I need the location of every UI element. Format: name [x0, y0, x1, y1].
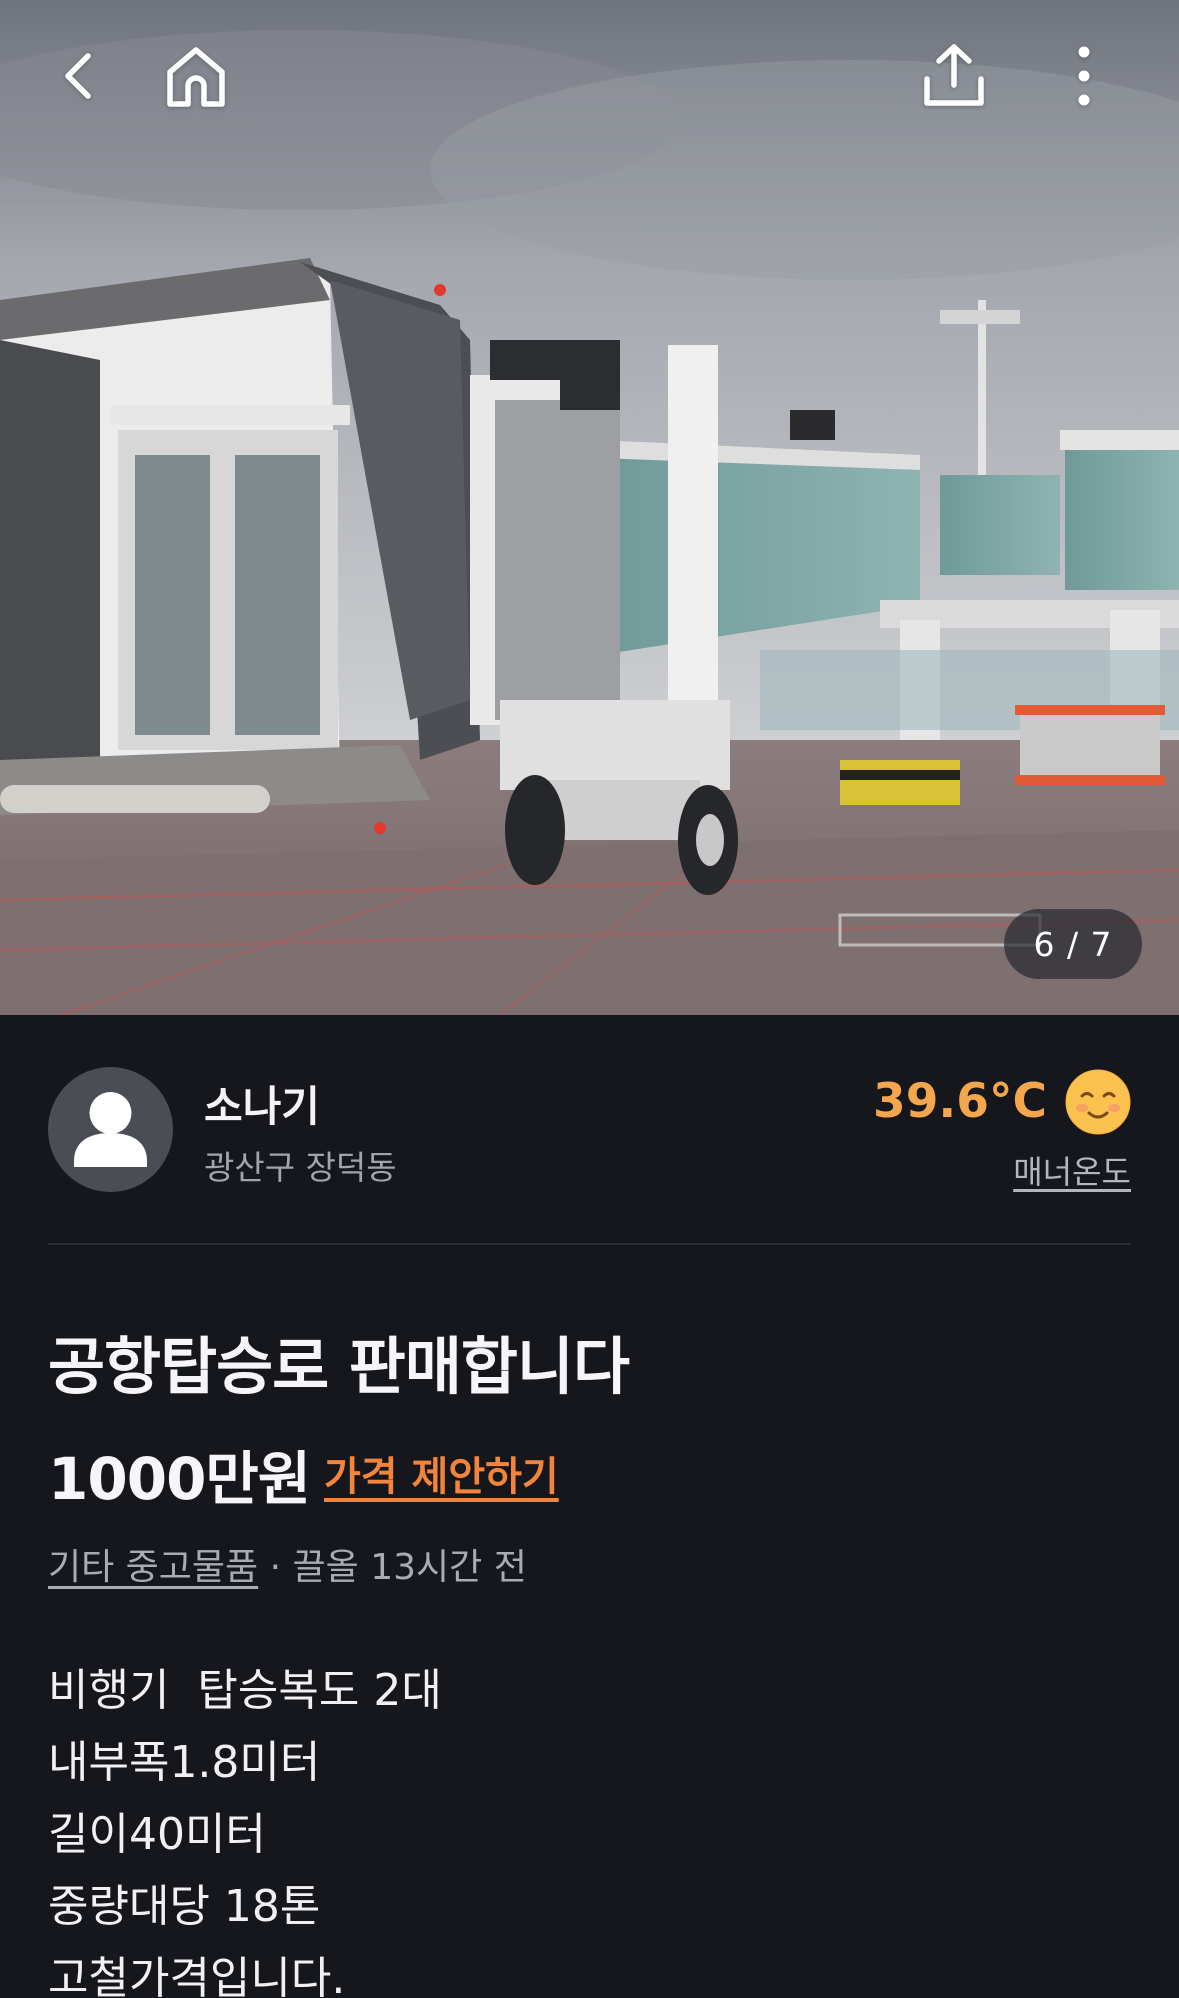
divider [48, 1243, 1131, 1245]
manner-temperature-label[interactable]: 매너온도 [1013, 1147, 1131, 1193]
share-upload-icon [924, 44, 984, 106]
seller-profile[interactable]: 소나기 광산구 장덕동 39.6°C 매너온도 [48, 1065, 1131, 1193]
meta-separator: · [258, 1547, 293, 1588]
jet-bridge-photo [0, 0, 1179, 1015]
share-button[interactable] [906, 28, 1002, 124]
description-line: 고철가격입니다. [48, 1953, 346, 1998]
product-description: 비행기 탑승복도 2대 내부폭1.8미터 길이40미터 중량대당 18톤 고철가… [48, 1655, 1131, 1998]
chevron-left-icon [65, 53, 91, 99]
more-options-button[interactable] [1036, 28, 1132, 124]
description-line: 내부폭1.8미터 [48, 1737, 321, 1788]
default-user-icon [74, 1092, 147, 1167]
back-button[interactable] [32, 28, 128, 124]
description-line: 길이40미터 [48, 1809, 266, 1860]
home-icon [167, 47, 225, 107]
category-link[interactable]: 기타 중고물품 [48, 1547, 258, 1588]
smiling-face-icon [1065, 1069, 1131, 1135]
product-photo[interactable]: 6 / 7 [0, 0, 1179, 1015]
product-title: 공항탑승로 판매합니다 [48, 1330, 630, 1403]
bumped-time: 끌올 13시간 전 [292, 1547, 527, 1588]
more-vertical-icon [1078, 46, 1090, 106]
seller-nickname[interactable]: 소나기 [204, 1073, 320, 1134]
price-offer-link[interactable]: 가격 제안하기 [324, 1444, 559, 1502]
temperature-value: 39.6°C [873, 1074, 1047, 1129]
photo-counter: 6 / 7 [1004, 909, 1142, 979]
manner-temperature[interactable]: 39.6°C 매너온도 [871, 1065, 1131, 1193]
product-detail-page: 6 / 7 소나기 광산구 장덕동 39.6°C 매너온도 공항탑승로 판매합니… [0, 0, 1179, 1998]
description-line: 중량대당 18톤 [48, 1881, 321, 1932]
description-line: 비행기 탑승복도 2대 [48, 1665, 442, 1716]
avatar[interactable] [48, 1067, 173, 1192]
seller-region: 광산구 장덕동 [204, 1148, 397, 1187]
product-meta: 기타 중고물품 · 끌올 13시간 전 [48, 1538, 527, 1590]
home-button[interactable] [148, 28, 244, 124]
product-price: 1000만원 [48, 1445, 311, 1513]
